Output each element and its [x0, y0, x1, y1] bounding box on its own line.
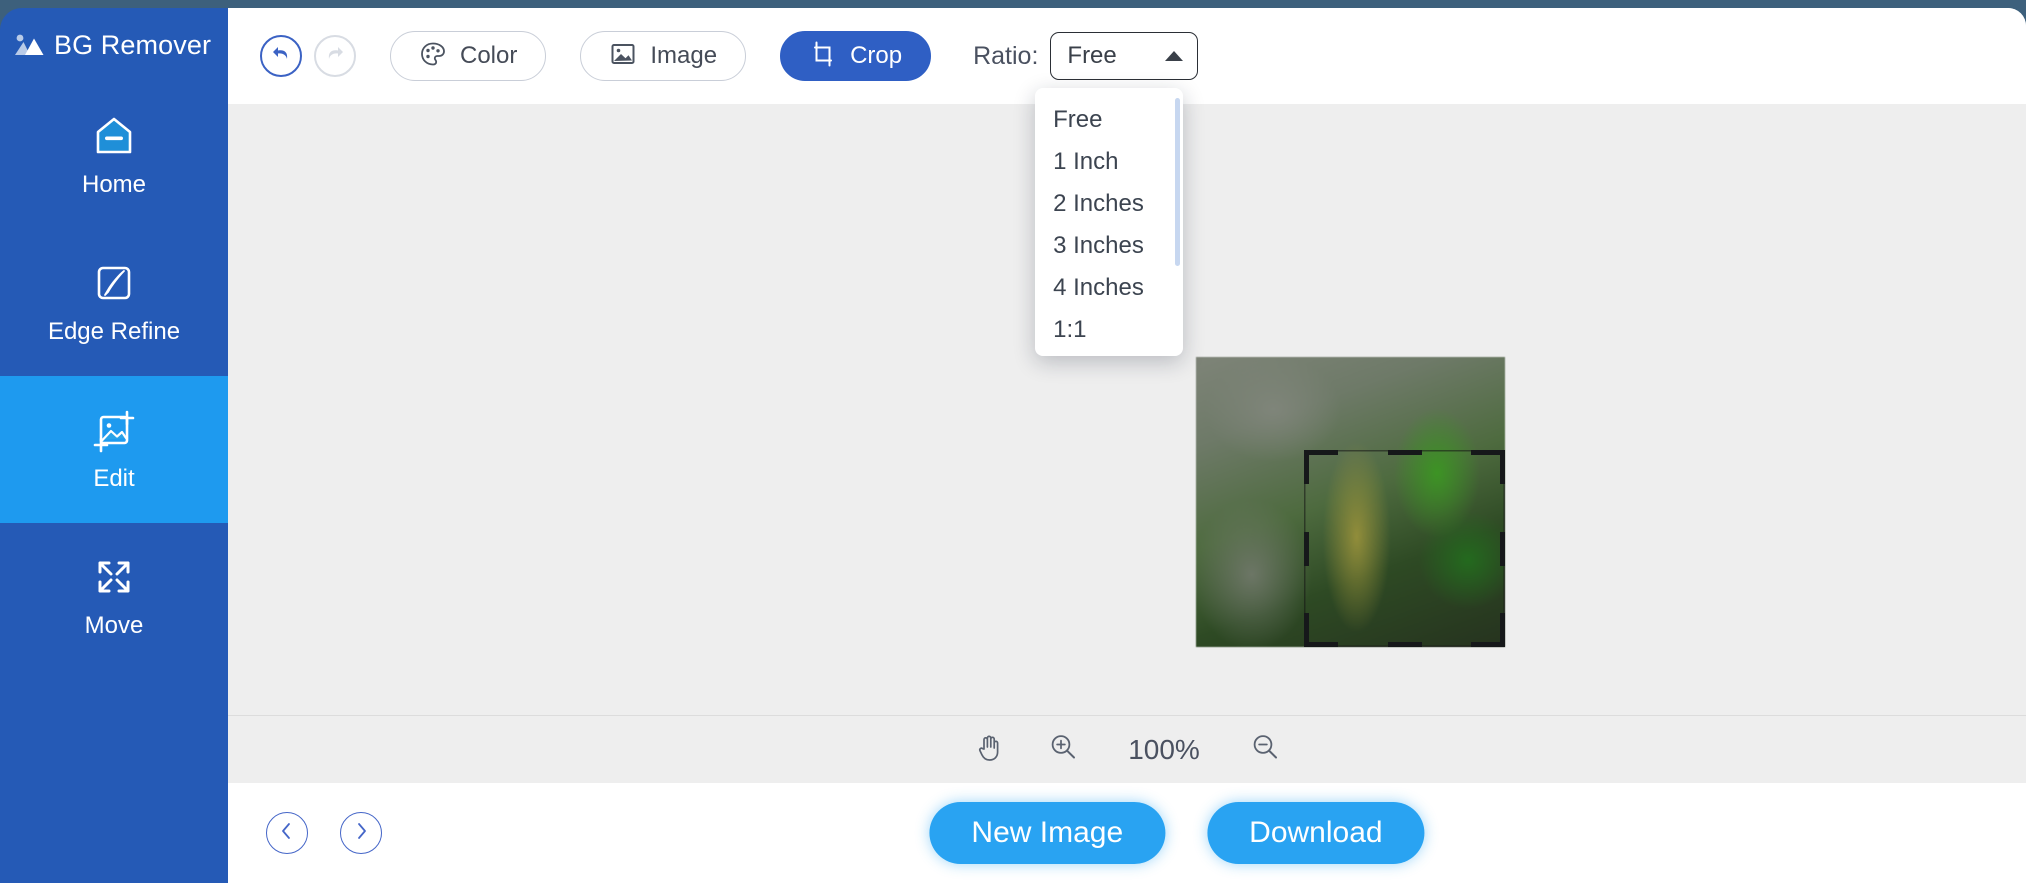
hand-tool-icon[interactable] [973, 731, 1005, 768]
sidebar-item-home[interactable]: Home [0, 82, 228, 229]
dropdown-scrollbar[interactable] [1175, 98, 1181, 346]
sidebar: BG Remover Home Edge Refine Edit Move [0, 8, 228, 883]
ratio-option-1-inch[interactable]: 1 Inch [1035, 141, 1183, 183]
image-button-label: Image [650, 42, 718, 69]
previous-image-button[interactable] [266, 812, 308, 854]
image-stage[interactable] [1196, 357, 1505, 647]
crop-handle-bottom-left[interactable] [1304, 642, 1338, 647]
download-button[interactable]: Download [1207, 802, 1425, 864]
edge-refine-icon [91, 260, 137, 306]
crop-selection-overlay[interactable] [1304, 450, 1505, 647]
crop-handle-middle-left[interactable] [1304, 531, 1309, 566]
crop-handle-bottom-right[interactable] [1500, 613, 1505, 647]
crop-handle-middle-top[interactable] [1387, 450, 1422, 455]
sidebar-item-label-move: Move [84, 611, 144, 639]
sidebar-item-edit[interactable]: Edit [0, 376, 228, 523]
mountain-image-icon [14, 31, 44, 59]
sidebar-item-label-edit: Edit [93, 464, 135, 492]
sidebar-item-edge-refine[interactable]: Edge Refine [0, 229, 228, 376]
home-icon [91, 113, 137, 159]
sidebar-item-move[interactable]: Move [0, 523, 228, 670]
picture-icon [609, 40, 637, 73]
new-image-button[interactable]: New Image [929, 802, 1166, 864]
ratio-option-3-inches[interactable]: 3 Inches [1035, 225, 1183, 267]
ratio-selected-value: Free [1067, 42, 1117, 69]
app-brand-name: BG Remover [54, 29, 212, 60]
app-window: BG Remover Home Edge Refine Edit Move Co… [0, 8, 2026, 883]
redo-icon [323, 42, 347, 71]
sidebar-item-label-home: Home [81, 170, 147, 198]
crop-handle-top-left[interactable] [1304, 450, 1309, 484]
redo-button[interactable] [314, 35, 356, 77]
crop-icon [809, 40, 837, 73]
crop-handle-top-right[interactable] [1500, 450, 1505, 484]
bottom-action-bar: New Image Download [228, 783, 2026, 883]
next-image-button[interactable] [340, 812, 382, 854]
chevron-right-icon [350, 820, 372, 847]
ratio-control: Ratio: Free Free 1 Inch 2 Inches 3 Inche… [973, 32, 1199, 356]
crop-handle-bottom-left[interactable] [1304, 613, 1309, 647]
chevron-left-icon [276, 820, 298, 847]
dropdown-scrollbar-thumb[interactable] [1175, 98, 1181, 266]
crop-handle-middle-bottom[interactable] [1387, 642, 1422, 647]
crop-handle-middle-right[interactable] [1500, 531, 1505, 566]
undo-icon [269, 42, 293, 71]
editor-toolbar: Color Image Crop Ratio: Free Free 1 Inch… [228, 8, 2026, 356]
color-button-label: Color [460, 42, 518, 69]
main-panel: Color Image Crop Ratio: Free Free 1 Inch… [228, 8, 2026, 883]
crop-button-label: Crop [850, 42, 903, 69]
color-button[interactable]: Color [390, 31, 547, 81]
zoom-toolbar: 100% [228, 715, 2026, 783]
ratio-option-2-inches[interactable]: 2 Inches [1035, 183, 1183, 225]
zoom-out-icon[interactable] [1249, 731, 1281, 768]
ratio-label: Ratio: [973, 41, 1039, 70]
caret-up-icon [1165, 51, 1184, 61]
ratio-option-1-1[interactable]: 1:1 [1035, 309, 1183, 351]
zoom-level-label: 100% [1128, 733, 1200, 765]
crop-handle-top-left[interactable] [1304, 450, 1338, 455]
sidebar-item-label-edge-refine: Edge Refine [47, 317, 181, 345]
palette-icon [419, 40, 447, 73]
image-button[interactable]: Image [580, 31, 747, 81]
primary-actions: New Image Download [929, 802, 1425, 864]
crop-button[interactable]: Crop [780, 31, 932, 81]
ratio-option-free[interactable]: Free [1035, 99, 1183, 141]
move-icon [91, 554, 137, 600]
zoom-in-icon[interactable] [1047, 731, 1079, 768]
ratio-option-4-inches[interactable]: 4 Inches [1035, 267, 1183, 309]
ratio-dropdown-menu[interactable]: Free 1 Inch 2 Inches 3 Inches 4 Inches 1… [1035, 88, 1184, 356]
app-brand: BG Remover [0, 8, 228, 82]
undo-button[interactable] [260, 35, 302, 77]
ratio-select[interactable]: Free [1050, 32, 1199, 80]
edit-image-icon [91, 407, 137, 453]
